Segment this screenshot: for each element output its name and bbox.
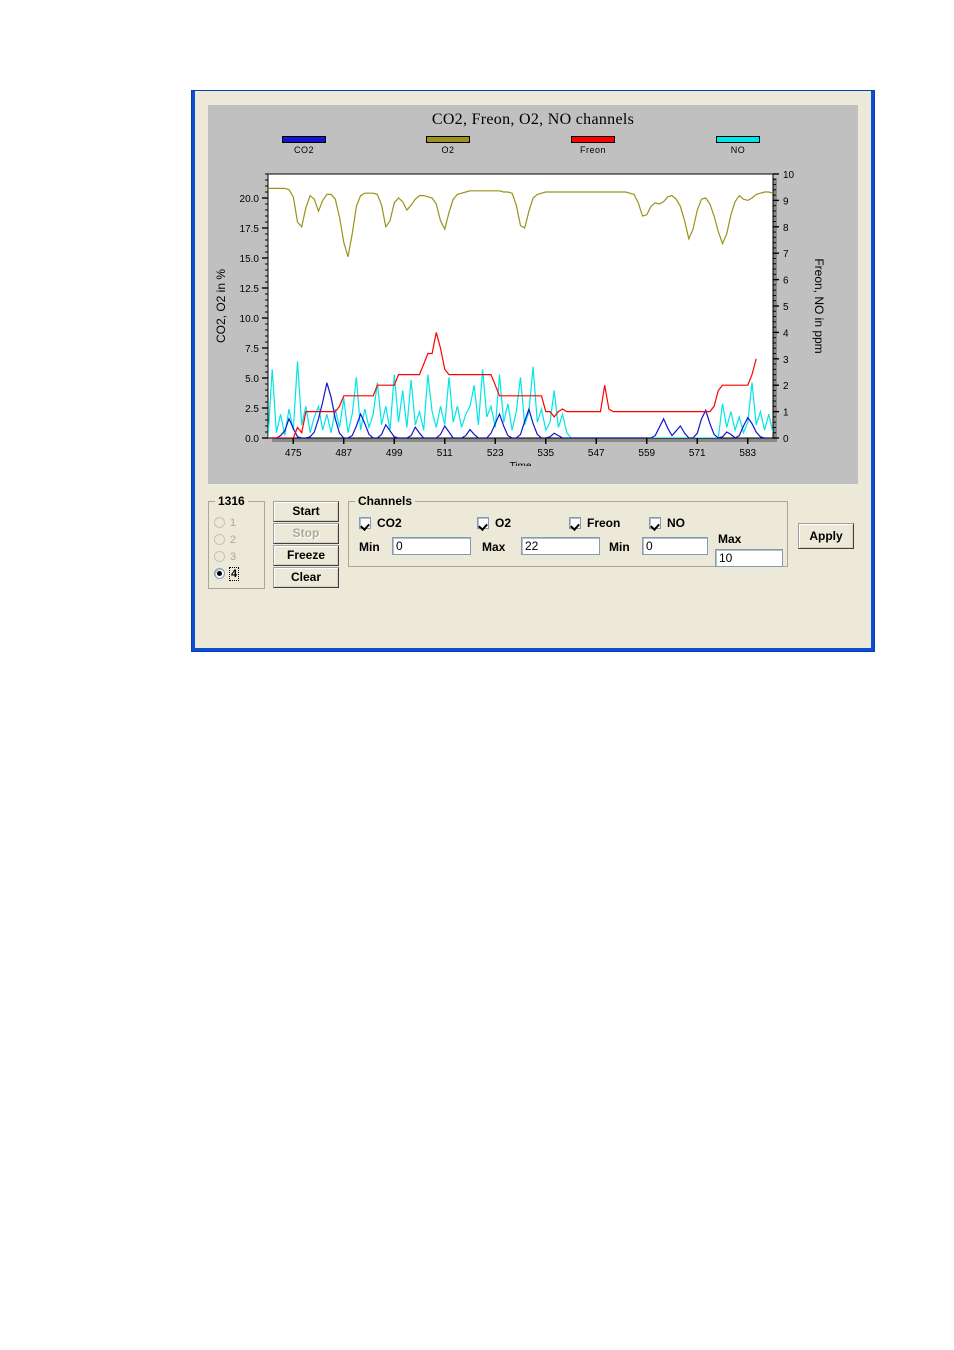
svg-text:9: 9: [783, 196, 789, 207]
clear-button[interactable]: Clear: [273, 567, 339, 588]
legend-label-freon: Freon: [579, 145, 606, 155]
checkbox-co2[interactable]: CO2: [359, 514, 402, 532]
svg-text:571: 571: [689, 448, 706, 459]
checkbox-freon[interactable]: Freon: [569, 514, 620, 532]
graph-panel: CO2, Freon, O2, NO channels CO2 O2 Freon NO…: [208, 105, 858, 484]
channels-group: Channels CO2 O2 Freon NO Min 0 Max 22 Mi…: [348, 494, 788, 567]
legend-item-o2: O2: [408, 136, 488, 155]
radio-2-indicator: [214, 534, 225, 545]
checkbox-o2[interactable]: O2: [477, 514, 511, 532]
svg-text:547: 547: [588, 448, 605, 459]
checkbox-no[interactable]: NO: [649, 514, 685, 532]
checkbox-co2-box[interactable]: [359, 516, 371, 529]
channel-count-radio-3: 3: [214, 548, 264, 565]
checkbox-o2-box[interactable]: [477, 516, 489, 529]
svg-text:Time: Time: [510, 461, 532, 466]
svg-text:7: 7: [783, 249, 789, 260]
channel-count-group-title: 1316: [215, 494, 248, 508]
chart-legend: CO2 O2 Freon NO: [208, 136, 858, 164]
svg-text:7.5: 7.5: [245, 344, 259, 355]
min-label-left: Min: [359, 540, 380, 554]
legend-item-freon: Freon: [553, 136, 633, 155]
fgraph-window: CO2, Freon, O2, NO channels CO2 O2 Freon NO…: [192, 91, 874, 651]
svg-text:10.0: 10.0: [240, 314, 260, 325]
legend-label-no: NO: [730, 145, 746, 155]
radio-4-indicator[interactable]: [214, 568, 225, 579]
freeze-button[interactable]: Freeze: [273, 545, 339, 566]
radio-1-indicator: [214, 517, 225, 528]
svg-text:499: 499: [386, 448, 403, 459]
max-input-right[interactable]: 10: [715, 549, 783, 567]
svg-text:0: 0: [783, 434, 789, 445]
svg-text:10: 10: [783, 170, 795, 181]
controls-panel: 1316 1 2 3 4 Start Stop Freeze Clear Channels …: [208, 493, 858, 593]
svg-text:3: 3: [783, 355, 789, 366]
stop-button: Stop: [273, 523, 339, 544]
svg-text:15.0: 15.0: [240, 254, 260, 265]
checkbox-freon-label: Freon: [587, 515, 621, 530]
apply-button[interactable]: Apply: [798, 523, 854, 549]
svg-text:559: 559: [638, 448, 655, 459]
svg-text:0.0: 0.0: [245, 434, 259, 445]
svg-text:17.5: 17.5: [240, 224, 260, 235]
max-label-left: Max: [482, 540, 506, 554]
radio-4-label: 4: [229, 566, 240, 581]
svg-text:5.0: 5.0: [245, 374, 259, 385]
svg-text:511: 511: [437, 448, 453, 459]
radio-1-label: 1: [230, 516, 237, 529]
chart-svg: 0.0 2.5 5.0 7.5 10.0 12.5 15.0 17.5 20.0 0 1 2 3 4 5 6 7…: [214, 170, 826, 472]
channel-count-group: 1316 1 2 3 4: [208, 494, 265, 589]
checkbox-no-box[interactable]: [649, 516, 661, 529]
channel-count-radio-4[interactable]: 4: [214, 565, 264, 582]
legend-item-co2: CO2: [264, 136, 344, 155]
start-button[interactable]: Start: [273, 501, 339, 522]
legend-swatch-no: [716, 136, 760, 143]
radio-2-label: 2: [230, 533, 237, 546]
svg-text:487: 487: [335, 448, 352, 459]
svg-text:6: 6: [783, 276, 789, 287]
legend-item-no: NO: [698, 136, 778, 155]
radio-3-label: 3: [230, 550, 237, 563]
svg-text:20.0: 20.0: [240, 194, 260, 205]
svg-text:583: 583: [739, 448, 756, 459]
svg-text:8: 8: [783, 223, 789, 234]
radio-3-indicator: [214, 551, 225, 562]
svg-text:Freon, NO in ppm: Freon, NO in ppm: [812, 258, 826, 353]
svg-text:4: 4: [783, 328, 789, 339]
svg-text:523: 523: [487, 448, 504, 459]
legend-swatch-freon: [571, 136, 615, 143]
legend-label-co2: CO2: [293, 145, 314, 155]
legend-swatch-co2: [282, 136, 326, 143]
checkbox-co2-label: CO2: [377, 515, 402, 530]
svg-text:2: 2: [783, 381, 789, 392]
min-input-left[interactable]: 0: [392, 537, 471, 555]
plot-area: 0.0 2.5 5.0 7.5 10.0 12.5 15.0 17.5 20.0 0 1 2 3 4 5 6 7…: [208, 166, 858, 472]
checkbox-o2-label: O2: [495, 515, 512, 530]
svg-text:535: 535: [537, 448, 554, 459]
channel-count-radio-2: 2: [214, 531, 264, 548]
svg-text:CO2, O2 in %: CO2, O2 in %: [214, 269, 228, 343]
min-label-right: Min: [609, 540, 630, 554]
svg-text:5: 5: [783, 302, 789, 313]
max-input-left[interactable]: 22: [521, 537, 600, 555]
graph-title: CO2, Freon, O2, NO channels: [431, 111, 635, 128]
svg-text:2.5: 2.5: [245, 404, 259, 415]
checkbox-freon-box[interactable]: [569, 516, 581, 529]
min-input-right[interactable]: 0: [642, 537, 708, 555]
action-button-column: Start Stop Freeze Clear: [273, 501, 339, 589]
svg-text:1: 1: [783, 408, 789, 419]
checkbox-no-label: NO: [667, 515, 685, 530]
svg-text:475: 475: [285, 448, 302, 459]
max-label-right: Max: [718, 532, 742, 546]
svg-text:12.5: 12.5: [240, 284, 260, 295]
channel-count-radio-list: 1 2 3 4: [209, 514, 264, 582]
channels-group-title: Channels: [355, 494, 416, 508]
legend-swatch-o2: [426, 136, 470, 143]
channel-count-radio-1: 1: [214, 514, 264, 531]
legend-label-o2: O2: [441, 145, 455, 155]
